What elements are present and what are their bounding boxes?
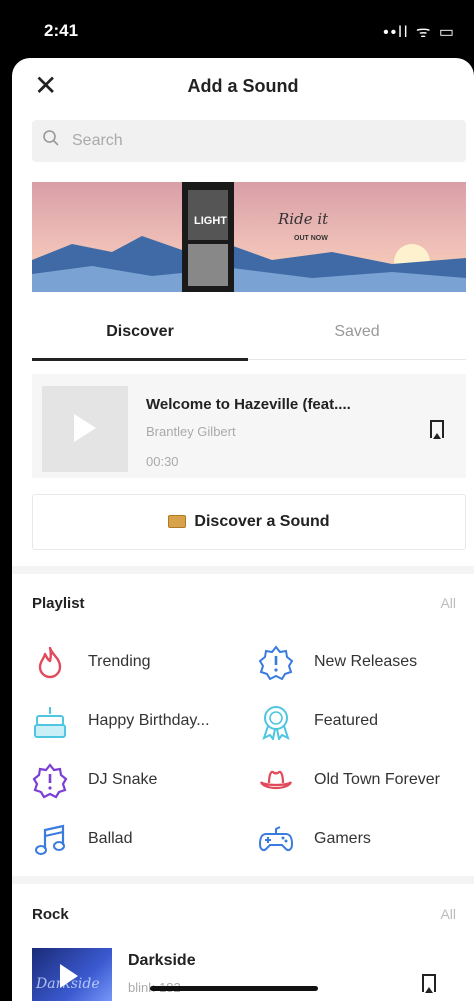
playlist-label: Trending xyxy=(88,653,151,670)
playlist-label: Happy Birthday... xyxy=(88,712,210,729)
search-input[interactable]: Search xyxy=(32,120,466,162)
search-icon xyxy=(42,129,60,152)
status-time: 2:41 xyxy=(44,21,79,40)
playlist-item-gamers[interactable]: Gamers xyxy=(258,818,474,862)
section-title: Rock xyxy=(32,906,69,923)
svg-text:Ride it: Ride it xyxy=(277,210,329,228)
sound-thumbnail[interactable]: Darkside xyxy=(32,948,112,1001)
new-badge-icon xyxy=(258,645,294,681)
featured-sound[interactable]: Welcome to Hazeville (feat.... Brantley … xyxy=(32,374,466,478)
playlist-item-featured[interactable]: Featured xyxy=(258,700,474,744)
sound-artist: Brantley Gilbert xyxy=(146,424,236,439)
svg-text:LIGHT: LIGHT xyxy=(194,215,227,227)
tab-indicator xyxy=(32,358,248,361)
tab-bar: Discover Saved xyxy=(32,303,466,361)
music-note-icon xyxy=(32,822,68,858)
playlist-label: Featured xyxy=(314,712,379,729)
exclamation-badge-icon xyxy=(32,763,68,799)
sound-title: Darkside xyxy=(128,952,196,969)
see-all-link[interactable]: All xyxy=(440,906,456,922)
tab-saved[interactable]: Saved xyxy=(248,323,466,341)
playlist-label: Old Town Forever xyxy=(314,771,440,788)
playlist-item-dj-snake[interactable]: DJ Snake xyxy=(32,759,248,803)
playlist-label: DJ Snake xyxy=(88,771,158,788)
section-divider xyxy=(12,876,474,884)
cowboy-hat-icon xyxy=(258,763,294,799)
gamepad-icon xyxy=(258,822,294,858)
chest-icon xyxy=(168,515,187,529)
discover-sound-label: Discover a Sound xyxy=(194,513,330,530)
award-icon xyxy=(258,704,294,742)
sound-duration: 00:30 xyxy=(146,454,179,469)
promo-banner[interactable]: LIGHT Ride it OUT NOW xyxy=(32,182,466,292)
sound-title: Welcome to Hazeville (feat.... xyxy=(146,396,351,413)
playlist-item-old-town-forever[interactable]: Old Town Forever xyxy=(258,759,474,803)
section-divider xyxy=(12,566,474,574)
playlist-item-new-releases[interactable]: New Releases xyxy=(258,641,474,685)
bookmark-icon[interactable] xyxy=(430,420,444,439)
playlist-item-ballad[interactable]: Ballad xyxy=(32,818,248,862)
svg-text:OUT NOW: OUT NOW xyxy=(294,235,328,242)
add-sound-sheet: ✕ Add a Sound Search LIGHT Ride it OUT N… xyxy=(12,58,474,1001)
page-title: Add a Sound xyxy=(187,76,299,96)
play-icon xyxy=(60,964,78,988)
status-bar: 2:41 ••ll ᯤ ▭ xyxy=(0,0,474,58)
status-icons: ••ll ᯤ ▭ xyxy=(383,24,456,41)
search-placeholder: Search xyxy=(72,132,123,149)
see-all-link[interactable]: All xyxy=(440,595,456,611)
header: ✕ Add a Sound xyxy=(12,58,474,116)
playlist-label: Gamers xyxy=(314,830,371,847)
tab-discover[interactable]: Discover xyxy=(32,323,248,341)
discover-sound-button[interactable]: Discover a Sound xyxy=(32,494,466,550)
flame-icon xyxy=(32,645,68,681)
home-indicator xyxy=(150,986,318,991)
cake-icon xyxy=(32,704,68,740)
bookmark-icon[interactable] xyxy=(422,974,436,993)
play-icon xyxy=(74,414,96,442)
sound-thumbnail[interactable] xyxy=(42,386,128,472)
section-title: Playlist xyxy=(32,595,85,612)
playlist-label: Ballad xyxy=(88,830,133,847)
playlist-item-happy-birthday[interactable]: Happy Birthday... xyxy=(32,700,248,744)
playlist-label: New Releases xyxy=(314,653,418,670)
rock-section: Rock All xyxy=(32,906,466,936)
playlist-section: Playlist All Trending New Releases Happy… xyxy=(32,595,466,885)
playlist-item-trending[interactable]: Trending xyxy=(32,641,248,685)
